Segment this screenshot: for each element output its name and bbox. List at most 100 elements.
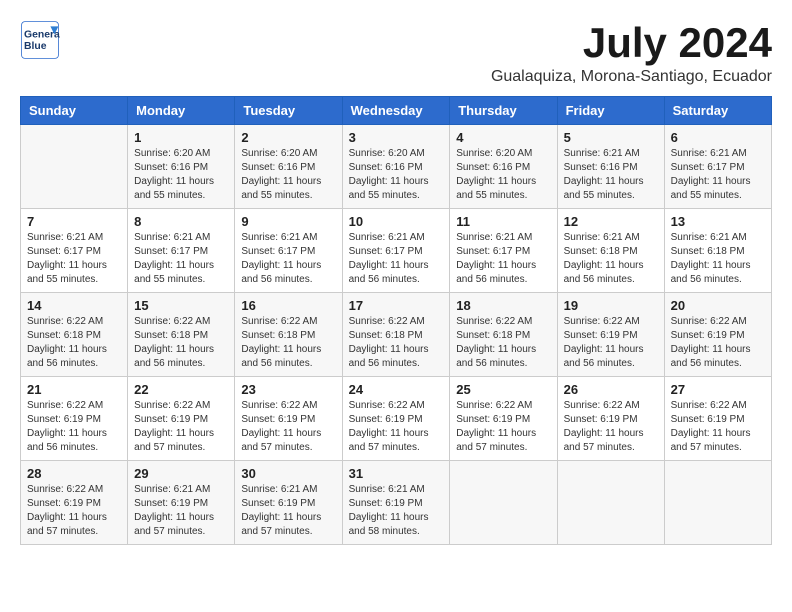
day-info: Sunrise: 6:21 AM Sunset: 6:17 PM Dayligh…: [671, 147, 765, 203]
calendar-cell: [450, 461, 557, 545]
day-info: Sunrise: 6:22 AM Sunset: 6:18 PM Dayligh…: [134, 315, 228, 371]
calendar-cell: 31 Sunrise: 6:21 AM Sunset: 6:19 PM Dayli…: [342, 461, 450, 545]
calendar-cell: 5 Sunrise: 6:21 AM Sunset: 6:16 PM Daylig…: [557, 125, 664, 209]
day-info: Sunrise: 6:22 AM Sunset: 6:18 PM Dayligh…: [456, 315, 550, 371]
day-number: 9: [241, 214, 335, 229]
calendar-cell: 24 Sunrise: 6:22 AM Sunset: 6:19 PM Dayli…: [342, 377, 450, 461]
calendar-cell: 15 Sunrise: 6:22 AM Sunset: 6:18 PM Dayli…: [128, 293, 235, 377]
day-number: 12: [564, 214, 658, 229]
day-number: 11: [456, 214, 550, 229]
day-info: Sunrise: 6:22 AM Sunset: 6:18 PM Dayligh…: [241, 315, 335, 371]
day-number: 19: [564, 298, 658, 313]
title-block: July 2024 Gualaquiza, Morona-Santiago, E…: [491, 20, 772, 86]
calendar-cell: [21, 125, 128, 209]
day-info: Sunrise: 6:21 AM Sunset: 6:17 PM Dayligh…: [349, 231, 444, 287]
day-number: 20: [671, 298, 765, 313]
calendar-cell: 19 Sunrise: 6:22 AM Sunset: 6:19 PM Dayli…: [557, 293, 664, 377]
calendar-cell: 27 Sunrise: 6:22 AM Sunset: 6:19 PM Dayli…: [664, 377, 771, 461]
logo: General Blue: [20, 20, 64, 60]
header-tuesday: Tuesday: [235, 97, 342, 125]
day-number: 16: [241, 298, 335, 313]
day-number: 4: [456, 130, 550, 145]
calendar-week-row: 1 Sunrise: 6:20 AM Sunset: 6:16 PM Daylig…: [21, 125, 772, 209]
calendar-cell: 11 Sunrise: 6:21 AM Sunset: 6:17 PM Dayli…: [450, 209, 557, 293]
day-number: 5: [564, 130, 658, 145]
logo-icon: General Blue: [20, 20, 60, 60]
day-info: Sunrise: 6:20 AM Sunset: 6:16 PM Dayligh…: [241, 147, 335, 203]
day-info: Sunrise: 6:21 AM Sunset: 6:17 PM Dayligh…: [456, 231, 550, 287]
day-number: 25: [456, 382, 550, 397]
calendar-cell: [664, 461, 771, 545]
calendar-table: SundayMondayTuesdayWednesdayThursdayFrid…: [20, 96, 772, 545]
calendar-cell: 20 Sunrise: 6:22 AM Sunset: 6:19 PM Dayli…: [664, 293, 771, 377]
day-number: 6: [671, 130, 765, 145]
day-info: Sunrise: 6:21 AM Sunset: 6:19 PM Dayligh…: [241, 483, 335, 539]
calendar-cell: 6 Sunrise: 6:21 AM Sunset: 6:17 PM Daylig…: [664, 125, 771, 209]
calendar-cell: 2 Sunrise: 6:20 AM Sunset: 6:16 PM Daylig…: [235, 125, 342, 209]
day-info: Sunrise: 6:22 AM Sunset: 6:18 PM Dayligh…: [27, 315, 121, 371]
calendar-cell: 21 Sunrise: 6:22 AM Sunset: 6:19 PM Dayli…: [21, 377, 128, 461]
calendar-cell: 22Sunrise: 6:22 AM Sunset: 6:19 PM Dayli…: [128, 377, 235, 461]
month-title: July 2024: [491, 20, 772, 66]
calendar-cell: 16 Sunrise: 6:22 AM Sunset: 6:18 PM Dayli…: [235, 293, 342, 377]
calendar-cell: 25 Sunrise: 6:22 AM Sunset: 6:19 PM Dayli…: [450, 377, 557, 461]
day-number: 10: [349, 214, 444, 229]
calendar-cell: 18 Sunrise: 6:22 AM Sunset: 6:18 PM Dayli…: [450, 293, 557, 377]
calendar-cell: [557, 461, 664, 545]
day-number: 26: [564, 382, 658, 397]
day-info: Sunrise: 6:21 AM Sunset: 6:18 PM Dayligh…: [671, 231, 765, 287]
day-info: Sunrise: 6:21 AM Sunset: 6:19 PM Dayligh…: [349, 483, 444, 539]
calendar-cell: 3Sunrise: 6:20 AM Sunset: 6:16 PM Daylig…: [342, 125, 450, 209]
calendar-week-row: 14 Sunrise: 6:22 AM Sunset: 6:18 PM Dayli…: [21, 293, 772, 377]
day-number: 8: [134, 214, 228, 229]
day-info: Sunrise: 6:21 AM Sunset: 6:18 PM Dayligh…: [564, 231, 658, 287]
calendar-cell: 17 Sunrise: 6:22 AM Sunset: 6:18 PM Dayli…: [342, 293, 450, 377]
header-monday: Monday: [128, 97, 235, 125]
calendar-cell: 26Sunrise: 6:22 AM Sunset: 6:19 PM Dayli…: [557, 377, 664, 461]
day-number: 27: [671, 382, 765, 397]
day-number: 18: [456, 298, 550, 313]
calendar-cell: 28Sunrise: 6:22 AM Sunset: 6:19 PM Dayli…: [21, 461, 128, 545]
day-number: 29: [134, 466, 228, 481]
svg-text:Blue: Blue: [24, 41, 47, 52]
day-info: Sunrise: 6:21 AM Sunset: 6:16 PM Dayligh…: [564, 147, 658, 203]
header-sunday: Sunday: [21, 97, 128, 125]
day-info: Sunrise: 6:22 AM Sunset: 6:18 PM Dayligh…: [349, 315, 444, 371]
day-number: 17: [349, 298, 444, 313]
day-number: 14: [27, 298, 121, 313]
day-number: 15: [134, 298, 228, 313]
calendar-cell: 14 Sunrise: 6:22 AM Sunset: 6:18 PM Dayli…: [21, 293, 128, 377]
day-info: Sunrise: 6:22 AM Sunset: 6:19 PM Dayligh…: [241, 399, 335, 455]
page-header: General Blue July 2024 Gualaquiza, Moron…: [20, 20, 772, 86]
day-number: 24: [349, 382, 444, 397]
calendar-cell: 29Sunrise: 6:21 AM Sunset: 6:19 PM Dayli…: [128, 461, 235, 545]
calendar-cell: 23Sunrise: 6:22 AM Sunset: 6:19 PM Dayli…: [235, 377, 342, 461]
header-wednesday: Wednesday: [342, 97, 450, 125]
calendar-cell: 7Sunrise: 6:21 AM Sunset: 6:17 PM Daylig…: [21, 209, 128, 293]
day-info: Sunrise: 6:22 AM Sunset: 6:19 PM Dayligh…: [564, 315, 658, 371]
day-number: 13: [671, 214, 765, 229]
day-number: 1: [134, 130, 228, 145]
calendar-week-row: 21 Sunrise: 6:22 AM Sunset: 6:19 PM Dayli…: [21, 377, 772, 461]
day-number: 31: [349, 466, 444, 481]
day-number: 2: [241, 130, 335, 145]
day-info: Sunrise: 6:20 AM Sunset: 6:16 PM Dayligh…: [134, 147, 228, 203]
calendar-cell: 12 Sunrise: 6:21 AM Sunset: 6:18 PM Dayli…: [557, 209, 664, 293]
calendar-cell: 30Sunrise: 6:21 AM Sunset: 6:19 PM Dayli…: [235, 461, 342, 545]
day-info: Sunrise: 6:22 AM Sunset: 6:19 PM Dayligh…: [671, 315, 765, 371]
day-info: Sunrise: 6:22 AM Sunset: 6:19 PM Dayligh…: [456, 399, 550, 455]
calendar-cell: 4Sunrise: 6:20 AM Sunset: 6:16 PM Daylig…: [450, 125, 557, 209]
day-info: Sunrise: 6:22 AM Sunset: 6:19 PM Dayligh…: [349, 399, 444, 455]
day-info: Sunrise: 6:22 AM Sunset: 6:19 PM Dayligh…: [27, 399, 121, 455]
day-info: Sunrise: 6:21 AM Sunset: 6:17 PM Dayligh…: [241, 231, 335, 287]
header-saturday: Saturday: [664, 97, 771, 125]
calendar-week-row: 28Sunrise: 6:22 AM Sunset: 6:19 PM Dayli…: [21, 461, 772, 545]
calendar-cell: 8Sunrise: 6:21 AM Sunset: 6:17 PM Daylig…: [128, 209, 235, 293]
calendar-cell: 9 Sunrise: 6:21 AM Sunset: 6:17 PM Daylig…: [235, 209, 342, 293]
day-info: Sunrise: 6:22 AM Sunset: 6:19 PM Dayligh…: [134, 399, 228, 455]
day-info: Sunrise: 6:22 AM Sunset: 6:19 PM Dayligh…: [671, 399, 765, 455]
day-number: 3: [349, 130, 444, 145]
header-thursday: Thursday: [450, 97, 557, 125]
day-number: 21: [27, 382, 121, 397]
calendar-week-row: 7Sunrise: 6:21 AM Sunset: 6:17 PM Daylig…: [21, 209, 772, 293]
